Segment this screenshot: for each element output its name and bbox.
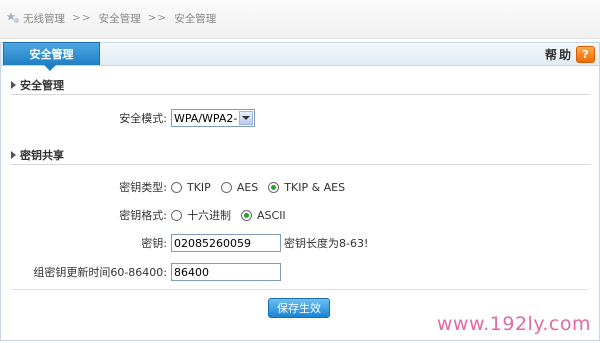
key-type-label: 密钥类型: <box>119 181 167 194</box>
radio-label: AES <box>236 180 259 194</box>
group-key-interval-label: 组密钥更新时间60-86400: <box>33 266 167 279</box>
section-header-security: 安全管理 <box>11 76 591 95</box>
security-mode-select[interactable]: WPA/WPA2-F <box>171 109 255 127</box>
tab-bar: 安全管理 帮助 ? <box>1 42 599 71</box>
content-panel: 安全管理 帮助 ? 安全管理 安全模式: WPA/WPA2-F 密钥共享 密钥类… <box>0 42 600 341</box>
group-key-interval-input[interactable] <box>171 263 281 281</box>
top-bar: 无线管理 >> 安全管理 >> 安全管理 <box>0 0 600 39</box>
radio-label: TKIP & AES <box>284 180 346 194</box>
radio-label: TKIP <box>187 180 211 194</box>
key-label: 密钥: <box>141 237 167 250</box>
radio-option-ascii[interactable]: ASCII <box>241 209 286 222</box>
key-format-label: 密钥格式: <box>119 209 167 222</box>
breadcrumb-item[interactable]: 安全管理 <box>99 11 141 26</box>
tab-active-pointer <box>44 65 56 71</box>
radio-label: 十六进制 <box>187 209 231 222</box>
radio-button[interactable] <box>220 181 232 193</box>
security-mode-value: WPA/WPA2-F <box>174 111 238 125</box>
triangle-right-icon <box>11 151 16 159</box>
help-label[interactable]: 帮助 <box>545 46 573 63</box>
radio-option-tkip[interactable]: TKIP <box>171 181 211 194</box>
chevron-down-icon[interactable] <box>239 111 253 125</box>
watermark-text: www.192ly.com <box>436 313 591 335</box>
radio-option-aes[interactable]: AES <box>220 180 259 194</box>
breadcrumb: 无线管理 >> 安全管理 >> 安全管理 <box>6 11 216 25</box>
section-title: 密钥共享 <box>20 149 64 162</box>
row-key-type: 密钥类型: TKIP AES TKIP & AES <box>1 177 599 197</box>
breadcrumb-item-current: 安全管理 <box>174 12 217 25</box>
radio-button[interactable] <box>171 209 182 221</box>
breadcrumb-item[interactable]: 无线管理 <box>23 11 65 26</box>
form-divider <box>11 289 589 290</box>
radio-label: ASCII <box>257 208 286 222</box>
breadcrumb-separator: >> <box>147 12 168 24</box>
question-mark-icon[interactable]: ? <box>576 45 595 63</box>
section-header-key-share: 密钥共享 <box>11 146 591 165</box>
radio-option-hex[interactable]: 十六进制 <box>171 207 231 223</box>
security-mode-label: 安全模式: <box>119 112 167 125</box>
section-title: 安全管理 <box>20 79 64 92</box>
row-key: 密钥: 密钥长度为8-63! <box>1 233 599 253</box>
radio-option-tkip-aes[interactable]: TKIP & AES <box>268 181 345 194</box>
tab-security-management[interactable]: 安全管理 <box>3 42 100 65</box>
triangle-right-icon <box>11 81 16 89</box>
help-button[interactable]: 帮助 ? <box>545 45 595 63</box>
breadcrumb-separator: >> <box>72 12 92 24</box>
save-button[interactable]: 保存生效 <box>268 298 330 318</box>
row-security-mode: 安全模式: WPA/WPA2-F <box>1 108 599 128</box>
row-group-key-interval: 组密钥更新时间60-86400: <box>1 262 599 282</box>
key-length-hint: 密钥长度为8-63! <box>284 237 369 250</box>
radio-button-selected[interactable] <box>268 181 280 193</box>
radio-button[interactable] <box>171 181 182 193</box>
key-input[interactable] <box>171 234 281 252</box>
wireless-star-icon <box>6 11 20 25</box>
radio-button-selected[interactable] <box>241 209 252 221</box>
row-key-format: 密钥格式: 十六进制 ASCII <box>1 205 599 225</box>
